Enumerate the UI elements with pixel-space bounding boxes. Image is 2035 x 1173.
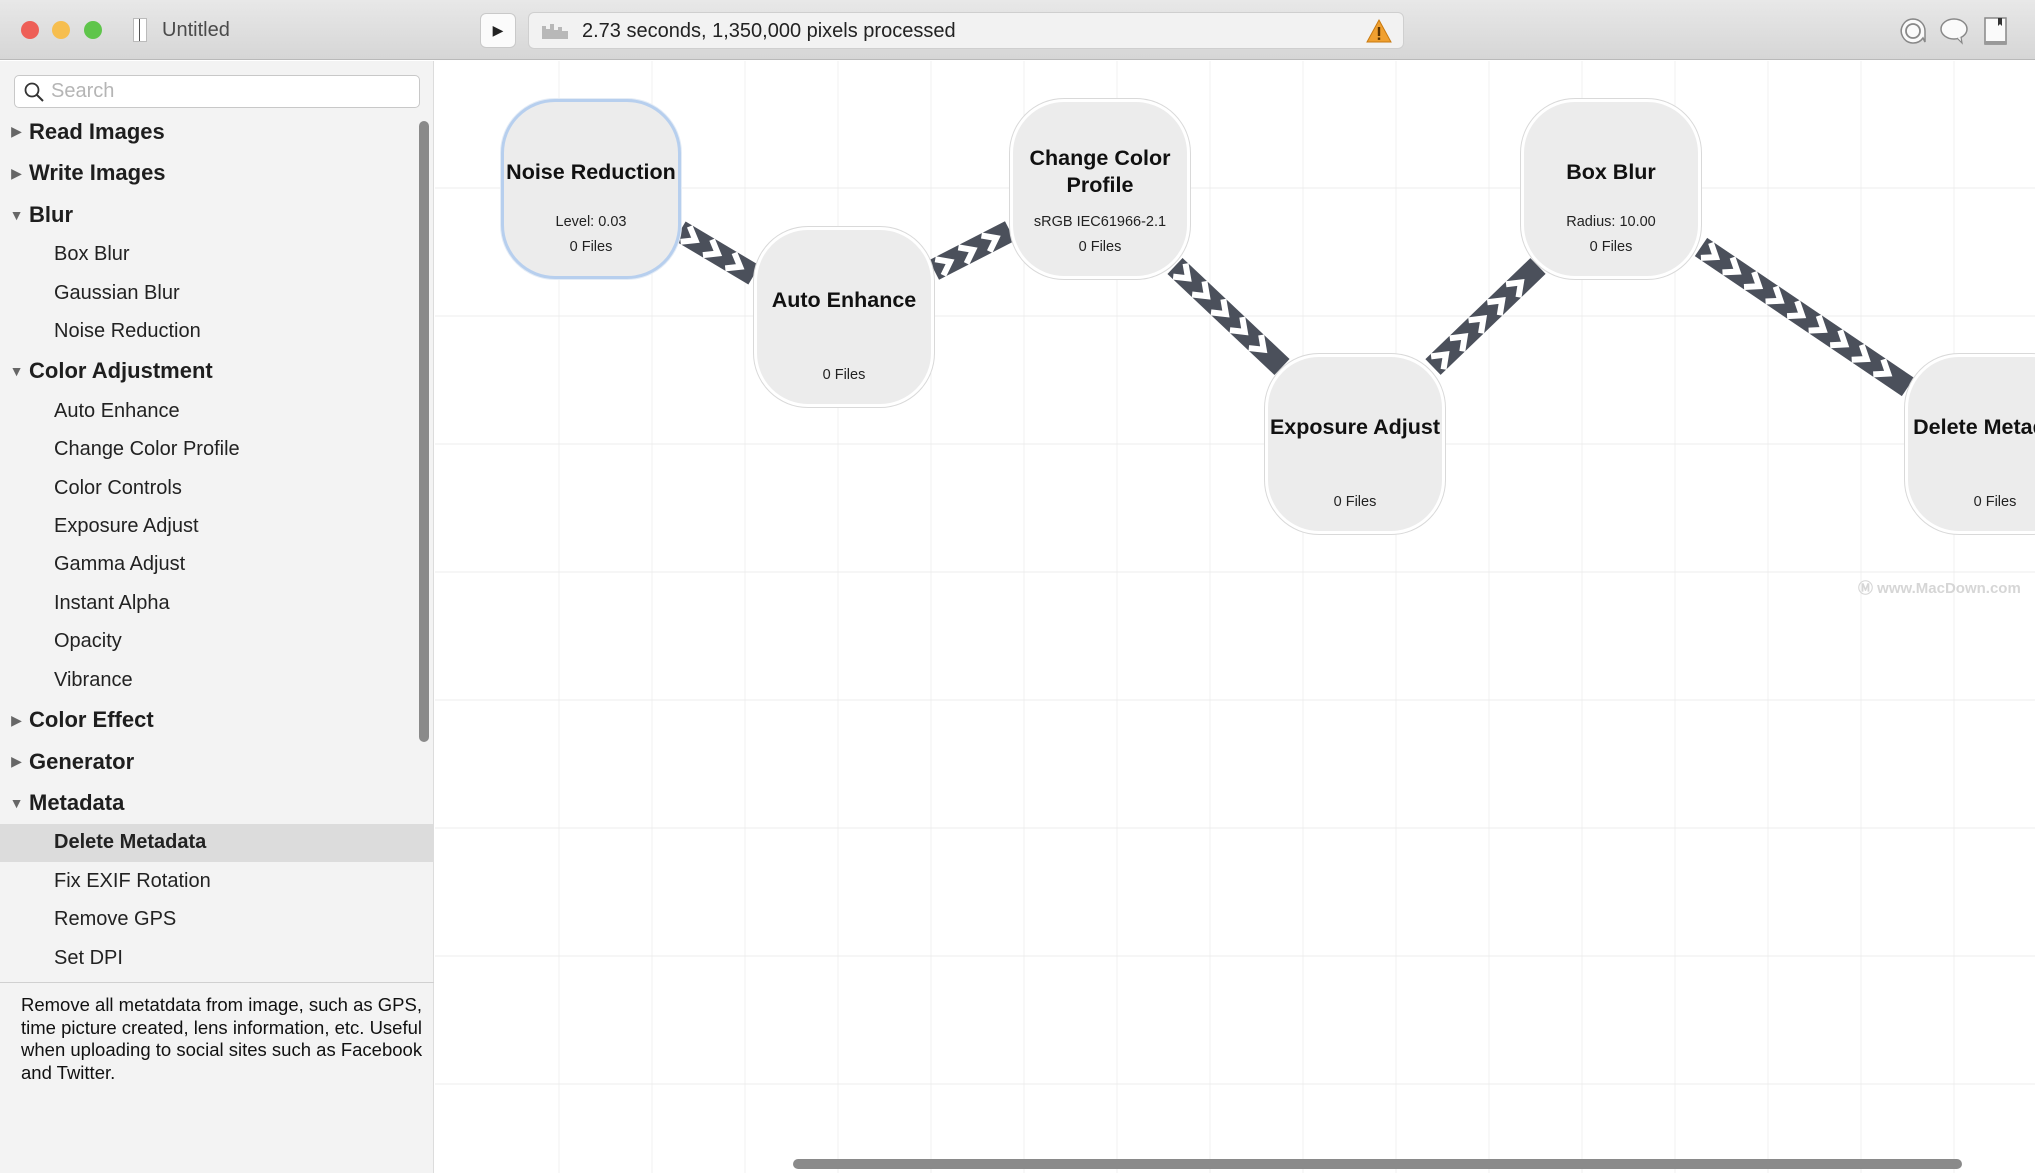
warning-icon[interactable]	[1365, 17, 1393, 45]
node-exposure-adjust[interactable]: Exposure Adjust 0 Files	[1265, 354, 1445, 534]
category-color-adjustment[interactable]: ▼ Color Adjustment	[0, 351, 420, 393]
category-read-images[interactable]: ▶ Read Images	[0, 111, 420, 153]
sidebar-item-vibrance[interactable]: Vibrance	[0, 661, 420, 699]
zoom-button[interactable]	[84, 21, 102, 39]
watermark: Ⓜ www.MacDown.com	[1858, 580, 2021, 597]
sidebar-item-exposure-adjust[interactable]: Exposure Adjust	[0, 507, 420, 545]
category-generator[interactable]: ▶ Generator	[0, 741, 420, 783]
sidebar-item-remove-gps[interactable]: Remove GPS	[0, 901, 420, 939]
sidebar-item-opacity[interactable]: Opacity	[0, 623, 420, 661]
category-label: Generator	[29, 748, 135, 774]
comment-icon[interactable]	[1939, 16, 1969, 46]
node-title: Delete Metadata	[1913, 414, 2035, 439]
node-title: Box Blur	[1566, 159, 1656, 184]
disclosure-collapsed-icon[interactable]: ▶	[0, 165, 29, 182]
node-file-count: 0 Files	[1333, 494, 1377, 510]
inspector-icon[interactable]	[1898, 16, 1928, 46]
progress-icon	[542, 24, 568, 39]
category-label: Read Images	[29, 118, 165, 144]
play-icon: ▶	[492, 22, 504, 38]
run-button[interactable]: ▶	[480, 13, 516, 48]
workflow-canvas[interactable]: Noise Reduction Level: 0.03 0 Files Auto En…	[435, 61, 2035, 1173]
node-title: Noise Reduction	[506, 159, 676, 184]
category-label: Write Images	[29, 160, 166, 186]
status-text: 2.73 seconds, 1,350,000 pixels processed	[582, 20, 956, 42]
node-file-count: 0 Files	[822, 367, 866, 383]
minimize-button[interactable]	[52, 21, 70, 39]
node-file-count: 0 Files	[569, 239, 613, 255]
category-write-images[interactable]: ▶ Write Images	[0, 153, 420, 195]
node-box-blur[interactable]: Box Blur Radius: 10.00 0 Files	[1521, 99, 1701, 279]
sidebar-item-set-dpi[interactable]: Set DPI	[0, 939, 420, 977]
connection-arrow	[674, 221, 760, 285]
node-title: Auto Enhance	[771, 287, 917, 312]
sidebar-scrollbar[interactable]	[419, 121, 429, 742]
sidebar-item-noise-reduction[interactable]: Noise Reduction	[0, 312, 420, 350]
divider	[0, 982, 434, 983]
node-delete-metadata[interactable]: Delete Metadata 0 Files	[1905, 354, 2035, 534]
sidebar-item-fix-exif-rotation[interactable]: Fix EXIF Rotation	[0, 862, 420, 900]
disclosure-expanded-icon[interactable]: ▼	[0, 207, 29, 223]
node-title: Exposure Adjust	[1269, 414, 1441, 439]
disclosure-collapsed-icon[interactable]: ▶	[0, 123, 29, 140]
node-auto-enhance[interactable]: Auto Enhance 0 Files	[754, 227, 934, 407]
connection-arrow	[1694, 237, 1915, 397]
status-field: 2.73 seconds, 1,350,000 pixels processed	[528, 12, 1404, 49]
action-tree: ▶ Read Images ▶ Write Images ▼ Blur Box Blur Ga…	[0, 111, 434, 977]
connection-arrow	[1167, 258, 1290, 375]
connection-arrow	[928, 221, 1016, 280]
node-parameter: Level: 0.03	[555, 214, 627, 230]
category-label: Color Adjustment	[29, 358, 213, 384]
window-title: Untitled	[162, 19, 230, 41]
node-title: Change Color Profile	[1029, 146, 1171, 197]
search-icon	[24, 82, 44, 102]
sidebar-item-instant-alpha[interactable]: Instant Alpha	[0, 584, 420, 622]
sidebar-item-gaussian-blur[interactable]: Gaussian Blur	[0, 274, 420, 312]
title-bar: Untitled ▶ 2.73 seconds, 1,350,000 pixel…	[0, 0, 2035, 60]
sidebar-item-box-blur[interactable]: Box Blur	[0, 236, 420, 274]
node-file-count: 0 Files	[1973, 494, 2017, 510]
category-blur[interactable]: ▼ Blur	[0, 194, 420, 236]
document-icon	[133, 18, 147, 42]
category-color-effect[interactable]: ▶ Color Effect	[0, 699, 420, 741]
node-file-count: 0 Files	[1078, 239, 1122, 255]
disclosure-expanded-icon[interactable]: ▼	[0, 363, 29, 379]
category-label: Blur	[29, 201, 73, 227]
node-file-count: 0 Files	[1589, 239, 1633, 255]
action-description: Remove all metatdata from image, such as…	[21, 994, 423, 1083]
node-noise-reduction[interactable]: Noise Reduction Level: 0.03 0 Files	[501, 99, 681, 279]
sidebar-item-auto-enhance[interactable]: Auto Enhance	[0, 392, 420, 430]
node-change-color-profile[interactable]: Change Color Profile sRGB IEC61966-2.1 0 F…	[1010, 99, 1190, 279]
node-parameter: sRGB IEC61966-2.1	[1033, 214, 1167, 230]
sidebar-item-color-controls[interactable]: Color Controls	[0, 469, 420, 507]
book-icon[interactable]	[1981, 16, 2011, 46]
connection-arrow	[1425, 258, 1546, 375]
canvas-horizontal-scrollbar[interactable]	[793, 1159, 1962, 1169]
node-parameter: Radius: 10.00	[1566, 214, 1656, 230]
watermark-logo-icon: Ⓜ	[1858, 580, 1878, 597]
search-input[interactable]	[51, 78, 411, 105]
category-metadata[interactable]: ▼ Metadata	[0, 782, 420, 824]
sidebar: ▶Read Images▶Write Images▼BlurBox BlurGa…	[0, 61, 434, 1173]
sidebar-item-delete-metadata[interactable]: Delete Metadata	[0, 823, 434, 863]
disclosure-collapsed-icon[interactable]: ▶	[0, 712, 29, 729]
category-label: Color Effect	[29, 707, 154, 733]
search-field[interactable]	[14, 75, 420, 108]
disclosure-expanded-icon[interactable]: ▼	[0, 795, 29, 811]
sidebar-item-gamma-adjust[interactable]: Gamma Adjust	[0, 546, 420, 584]
close-button[interactable]	[21, 21, 39, 39]
category-label: Metadata	[29, 790, 125, 816]
disclosure-collapsed-icon[interactable]: ▶	[0, 753, 29, 770]
sidebar-item-change-color-profile[interactable]: Change Color Profile	[0, 431, 420, 469]
